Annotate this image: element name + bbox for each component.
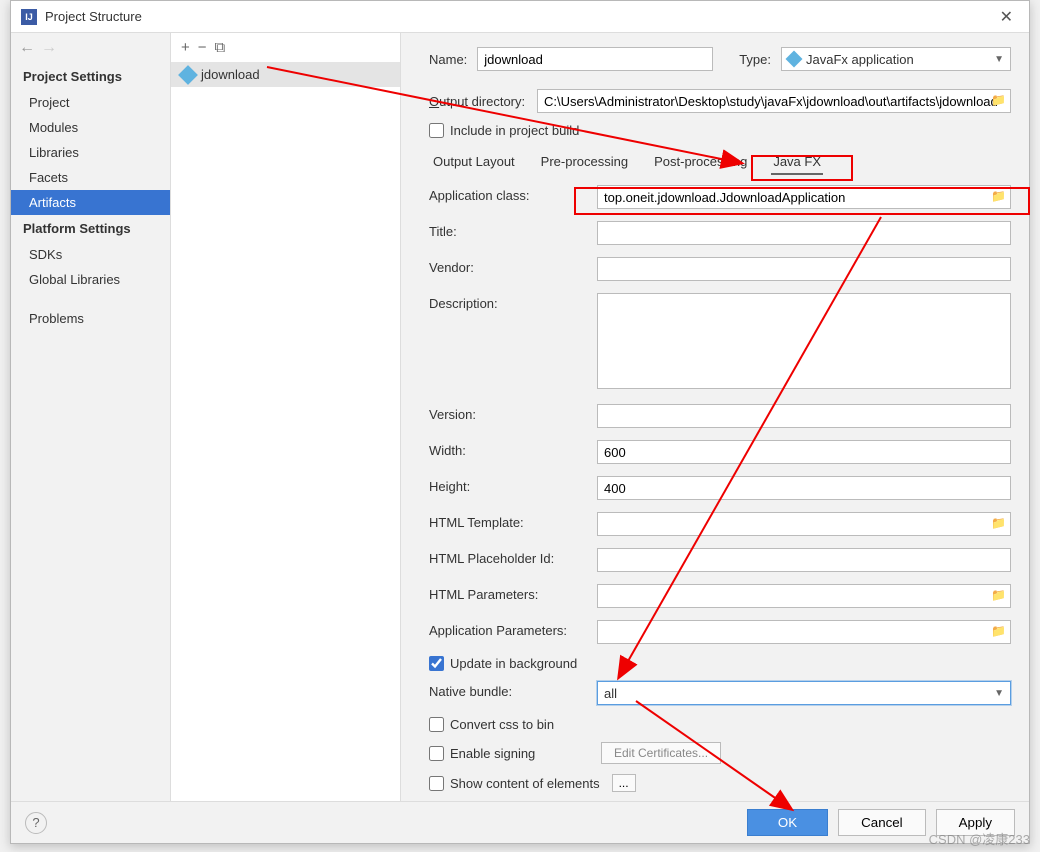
output-dir-input[interactable] [537, 89, 1011, 113]
tabs: Output Layout Pre-processing Post-proces… [429, 150, 1011, 175]
copy-artifact-icon[interactable]: ⧉ [215, 39, 226, 56]
footer: ? OK Cancel Apply [11, 801, 1029, 843]
height-input[interactable] [597, 476, 1011, 500]
chevron-down-icon: ▼ [994, 688, 1004, 699]
right-pane: Name: Type: JavaFx application ▼ Output … [401, 33, 1029, 803]
convert-css-label: Convert css to bin [450, 717, 554, 732]
update-bg-label: Update in background [450, 656, 577, 671]
type-value: JavaFx application [806, 52, 914, 67]
html-placeholder-label: HTML Placeholder Id: [429, 548, 597, 566]
artifact-item-jdownload[interactable]: jdownload [171, 62, 400, 87]
tree-sdks[interactable]: SDKs [11, 242, 170, 267]
app-params-input[interactable] [597, 620, 1011, 644]
width-label: Width: [429, 440, 597, 458]
enable-signing-label: Enable signing [450, 746, 595, 761]
nav-forward-icon[interactable]: → [41, 39, 57, 57]
description-textarea[interactable] [597, 293, 1011, 389]
title-input[interactable] [597, 221, 1011, 245]
type-combo[interactable]: JavaFx application ▼ [781, 47, 1011, 71]
enable-signing-checkbox[interactable] [429, 746, 444, 761]
tab-java-fx[interactable]: Java FX [771, 150, 823, 175]
javafx-type-icon [786, 51, 803, 68]
watermark: CSDN @凌康233 [929, 829, 1030, 848]
chevron-down-icon: ▼ [994, 54, 1004, 65]
vendor-label: Vendor: [429, 257, 597, 275]
description-label: Description: [429, 293, 597, 311]
title-label: Title: [429, 221, 597, 239]
html-params-label: HTML Parameters: [429, 584, 597, 602]
window-title: Project Structure [45, 9, 994, 24]
project-structure-dialog: IJ Project Structure ✕ ← → Project Setti… [10, 0, 1030, 844]
tree-modules[interactable]: Modules [11, 115, 170, 140]
artifacts-toolbar: + − ⧉ [171, 33, 400, 62]
folder-icon[interactable]: 📁 [991, 588, 1007, 604]
include-build-label: Include in project build [450, 123, 579, 138]
output-dir-label: Output directory: [429, 94, 537, 109]
tree-project[interactable]: Project [11, 90, 170, 115]
section-project-settings: Project Settings [11, 63, 170, 90]
left-nav: ← → [11, 33, 170, 63]
html-template-input[interactable] [597, 512, 1011, 536]
native-bundle-value: all [604, 686, 617, 701]
height-label: Height: [429, 476, 597, 494]
include-build-checkbox[interactable] [429, 123, 444, 138]
html-template-label: HTML Template: [429, 512, 597, 530]
intellij-icon: IJ [21, 9, 37, 25]
edit-certificates-button[interactable]: Edit Certificates... [601, 742, 721, 764]
left-pane: ← → Project Settings Project Modules Lib… [11, 33, 171, 803]
titlebar: IJ Project Structure ✕ [11, 1, 1029, 33]
folder-icon[interactable]: 📁 [991, 93, 1007, 109]
ok-button[interactable]: OK [747, 809, 828, 836]
folder-icon[interactable]: 📁 [991, 516, 1007, 532]
show-content-checkbox[interactable] [429, 776, 444, 791]
artifact-item-label: jdownload [201, 67, 260, 82]
name-input[interactable] [477, 47, 713, 71]
app-class-label: Application class: [429, 185, 597, 203]
help-icon[interactable]: ? [25, 812, 47, 834]
version-input[interactable] [597, 404, 1011, 428]
show-content-label: Show content of elements [450, 776, 600, 791]
vendor-input[interactable] [597, 257, 1011, 281]
close-icon[interactable]: ✕ [994, 7, 1019, 27]
app-class-input[interactable] [597, 185, 1011, 209]
tree-libraries[interactable]: Libraries [11, 140, 170, 165]
tree-problems[interactable]: Problems [11, 306, 170, 331]
html-params-input[interactable] [597, 584, 1011, 608]
folder-icon[interactable]: 📁 [991, 624, 1007, 640]
name-label: Name: [429, 52, 467, 67]
convert-css-checkbox[interactable] [429, 717, 444, 732]
section-platform-settings: Platform Settings [11, 215, 170, 242]
folder-icon[interactable]: 📁 [991, 189, 1007, 205]
native-bundle-label: Native bundle: [429, 681, 597, 699]
update-bg-checkbox[interactable] [429, 656, 444, 671]
tree-global-libraries[interactable]: Global Libraries [11, 267, 170, 292]
artifacts-list-pane: + − ⧉ jdownload [171, 33, 401, 803]
type-label: Type: [739, 52, 771, 67]
tab-output-layout[interactable]: Output Layout [431, 150, 517, 175]
app-params-label: Application Parameters: [429, 620, 597, 638]
add-artifact-icon[interactable]: + [181, 39, 190, 56]
html-placeholder-input[interactable] [597, 548, 1011, 572]
javafx-artifact-icon [178, 65, 198, 85]
nav-back-icon[interactable]: ← [19, 39, 35, 57]
native-bundle-combo[interactable]: all ▼ [597, 681, 1011, 705]
elements-dots-button[interactable]: ... [612, 774, 636, 792]
width-input[interactable] [597, 440, 1011, 464]
version-label: Version: [429, 404, 597, 422]
cancel-button[interactable]: Cancel [838, 809, 926, 836]
tree-facets[interactable]: Facets [11, 165, 170, 190]
tab-pre-processing[interactable]: Pre-processing [539, 150, 630, 175]
tab-post-processing[interactable]: Post-processing [652, 150, 749, 175]
remove-artifact-icon[interactable]: − [198, 39, 207, 56]
tree-artifacts[interactable]: Artifacts [11, 190, 170, 215]
